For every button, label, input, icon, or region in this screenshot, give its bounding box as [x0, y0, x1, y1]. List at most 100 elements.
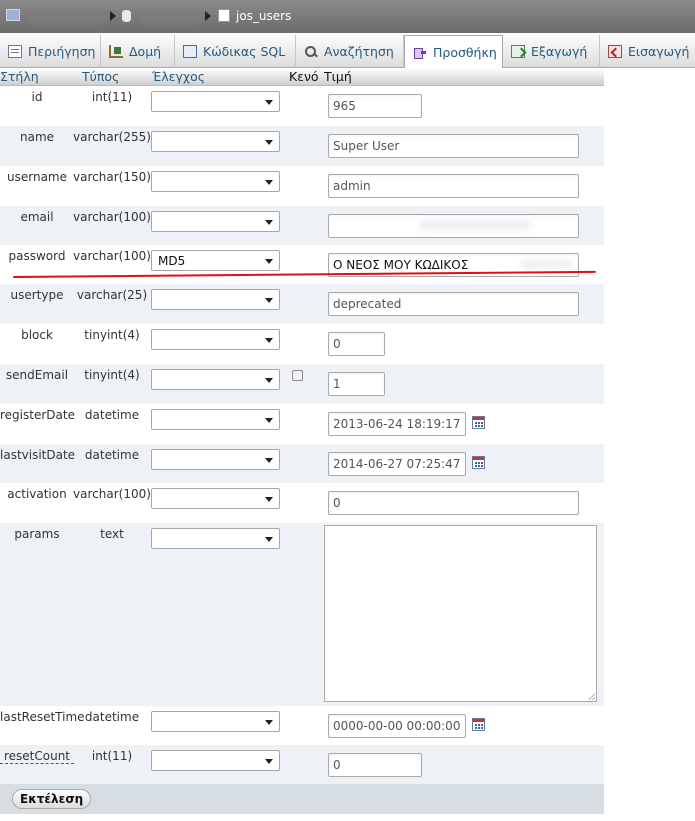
form-footer: Εκτέλεση [0, 784, 604, 814]
chevron-down-icon [265, 537, 273, 542]
structure-icon [109, 45, 123, 58]
field-name: lastResetTime [0, 710, 85, 724]
table-row: block tinyint(4) 0 [0, 324, 604, 364]
tab-import[interactable]: Εισαγωγή [600, 35, 695, 68]
server-name-redacted[interactable] [28, 11, 108, 23]
table-row: resetCount int(11) 0 [0, 745, 604, 784]
value-input[interactable]: 0000-00-00 00:00:00 [328, 714, 466, 738]
null-header: Κενό [289, 69, 319, 84]
table-icon[interactable] [218, 9, 230, 22]
function-select[interactable] [151, 131, 280, 152]
function-select[interactable] [151, 369, 280, 390]
table-row: email varchar(100) [0, 206, 604, 245]
tab-insert[interactable]: Προσθήκη [404, 35, 503, 69]
table-row: sendEmail tinyint(4) 1 [0, 364, 604, 404]
value-input[interactable]: 2014-06-27 07:25:47 [328, 452, 466, 476]
column-header[interactable]: Στήλη [0, 69, 39, 84]
chevron-down-icon [265, 378, 273, 383]
function-header[interactable]: Έλεγχος [152, 69, 205, 84]
calendar-icon[interactable] [472, 718, 485, 731]
type-header[interactable]: Τύπος [82, 69, 119, 84]
function-select[interactable] [151, 528, 280, 549]
value-textarea[interactable] [324, 525, 597, 702]
function-select[interactable] [151, 750, 280, 771]
value-header: Τιμή [324, 69, 352, 84]
field-type: varchar(25) [76, 288, 148, 302]
field-type: varchar(150) [73, 170, 151, 184]
function-select[interactable] [151, 91, 280, 112]
tab-structure[interactable]: Δομή [101, 35, 175, 68]
tab-sql[interactable]: Κώδικας SQL [175, 35, 296, 68]
chevron-down-icon [265, 259, 273, 264]
search-icon [304, 45, 318, 58]
breadcrumb-table-name[interactable]: jos_users [236, 9, 291, 23]
value-input[interactable]: 2013-06-24 18:19:17 [328, 412, 466, 436]
function-select[interactable] [151, 329, 280, 350]
field-type: int(11) [91, 90, 133, 104]
value-input[interactable]: 0 [328, 491, 579, 515]
chevron-down-icon [265, 418, 273, 423]
insert-icon [413, 46, 427, 59]
go-button[interactable]: Εκτέλεση [12, 789, 92, 809]
calendar-icon[interactable] [472, 456, 485, 469]
tab-label: Εξαγωγή [531, 44, 588, 59]
function-select[interactable] [151, 711, 280, 732]
value-input[interactable]: Super User [328, 134, 579, 158]
tab-bar: Περιήγηση Δομή Κώδικας SQL Αναζήτηση Προ… [0, 33, 695, 69]
function-select[interactable] [151, 211, 280, 232]
tab-export[interactable]: Εξαγωγή [503, 35, 600, 68]
field-type: tinyint(4) [84, 328, 140, 342]
value-input[interactable]: 0 [328, 753, 422, 777]
tab-search[interactable]: Αναζήτηση [296, 35, 404, 68]
import-icon [608, 45, 622, 58]
field-type: tinyint(4) [84, 368, 140, 382]
chevron-down-icon [265, 140, 273, 145]
field-type: varchar(255) [73, 130, 151, 144]
tab-label: Εισαγωγή [628, 44, 690, 59]
field-name: usertype [10, 288, 64, 302]
value-input[interactable]: 965 [328, 94, 422, 118]
server-icon[interactable] [6, 9, 20, 21]
tab-browse[interactable]: Περιήγηση [0, 35, 101, 68]
table-row: params text [0, 523, 604, 706]
field-name: registerDate [0, 408, 75, 422]
field-name: sendEmail [5, 368, 69, 382]
field-name: id [31, 90, 43, 104]
export-icon [511, 45, 525, 58]
value-input[interactable]: admin [328, 174, 579, 198]
tab-label: Δομή [129, 44, 162, 59]
breadcrumb: jos_users [0, 0, 695, 33]
database-icon[interactable] [122, 10, 131, 22]
chevron-down-icon [265, 458, 273, 463]
value-input[interactable]: 1 [328, 372, 385, 396]
function-select-value: MD5 [158, 254, 186, 268]
value-input[interactable]: 0 [328, 332, 385, 356]
field-name: lastvisitDate [0, 448, 76, 462]
value-input[interactable]: deprecated [328, 292, 579, 316]
field-type: datetime [84, 448, 140, 462]
field-type: datetime [84, 408, 140, 422]
chevron-down-icon [265, 338, 273, 343]
table-row: password varchar(100) MD5 Ο ΝΕΟΣ ΜΟΥ ΚΩΔ… [0, 245, 604, 284]
table-row: registerDate datetime 2013-06-24 18:19:1… [0, 404, 604, 444]
table-row: activation varchar(100) 0 [0, 483, 604, 523]
field-type: varchar(100) [73, 249, 151, 263]
calendar-icon[interactable] [472, 416, 485, 429]
chevron-down-icon [265, 720, 273, 725]
function-select[interactable] [151, 171, 280, 192]
redacted-email [420, 220, 530, 230]
function-select[interactable] [151, 289, 280, 310]
field-type: datetime [84, 710, 140, 724]
function-select[interactable] [151, 409, 280, 430]
breadcrumb-separator-icon [205, 11, 211, 21]
table-row: username varchar(150) admin [0, 166, 604, 206]
breadcrumb-separator-icon [110, 11, 116, 21]
function-select[interactable] [151, 449, 280, 470]
table-row: lastvisitDate datetime 2014-06-27 07:25:… [0, 444, 604, 483]
tab-label: Περιήγηση [28, 44, 96, 59]
function-select[interactable]: MD5 [151, 250, 280, 271]
field-type: varchar(100) [73, 487, 151, 501]
database-name-redacted[interactable] [140, 11, 202, 23]
null-checkbox[interactable] [292, 370, 303, 381]
function-select[interactable] [151, 488, 280, 509]
